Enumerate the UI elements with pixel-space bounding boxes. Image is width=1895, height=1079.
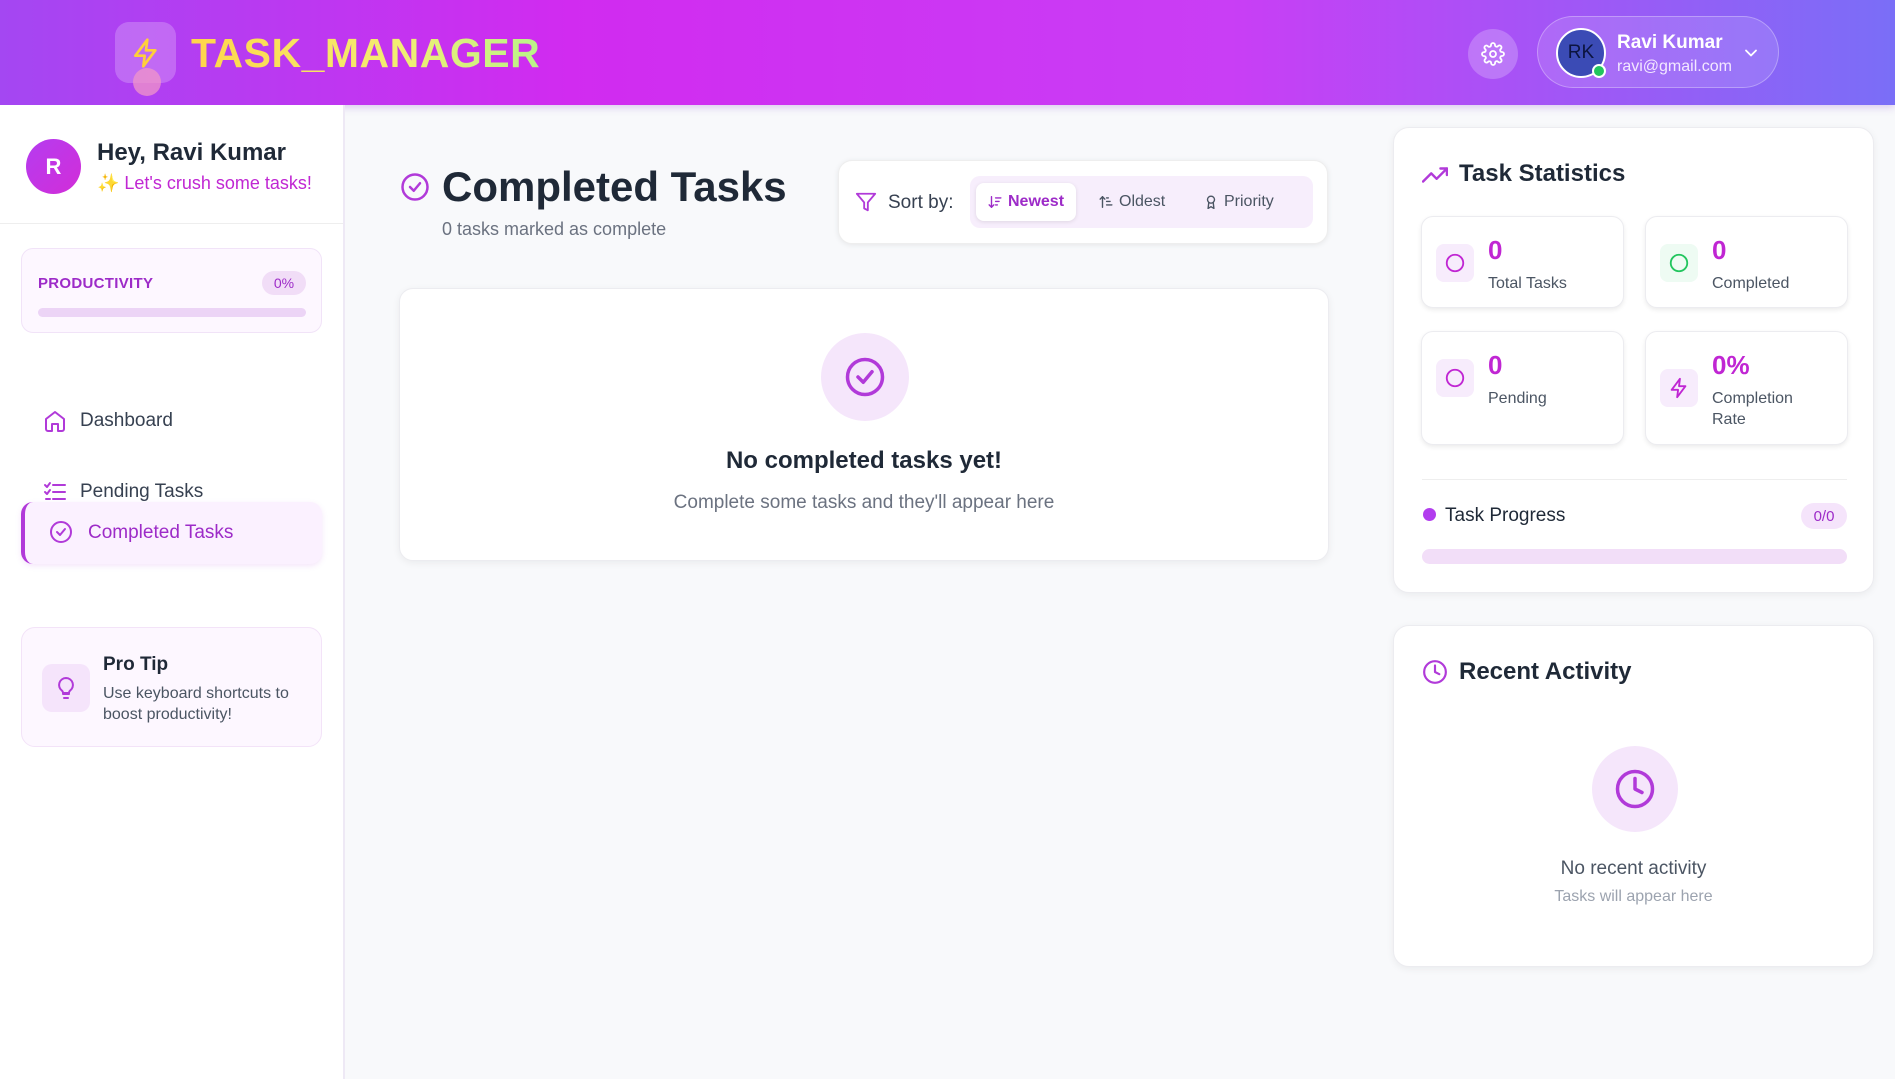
- user-menu[interactable]: RK Ravi Kumar ravi@gmail.com: [1537, 16, 1779, 88]
- empty-state-subtitle: Complete some tasks and they'll appear h…: [673, 492, 1055, 513]
- stat-pending: 0 Pending: [1421, 331, 1624, 445]
- greeting-title: Hey, Ravi Kumar: [97, 139, 286, 166]
- sort-priority-button[interactable]: Priority: [1192, 183, 1286, 221]
- pro-tip-card: Pro Tip Use keyboard shortcuts to boost …: [21, 627, 322, 747]
- chevron-down-icon: [1745, 49, 1757, 57]
- stat-completed: 0 Completed: [1645, 216, 1848, 308]
- check-circle-icon: [50, 521, 72, 543]
- page-subtitle: 0 tasks marked as complete: [442, 219, 667, 239]
- stat-completion-rate: 0% Completion Rate: [1645, 331, 1848, 445]
- sidebar-item-label: Pending Tasks: [80, 481, 204, 502]
- online-status-indicator: [1592, 64, 1606, 78]
- gear-icon: [1481, 42, 1505, 66]
- check-circle-icon: [401, 173, 429, 201]
- empty-state-card: No completed tasks yet! Complete some ta…: [399, 288, 1329, 561]
- stat-value: 0: [1712, 235, 1727, 265]
- circle-icon: [1436, 244, 1474, 282]
- activity-title: Recent Activity: [1459, 658, 1632, 685]
- tip-title: Pro Tip: [103, 654, 169, 675]
- stat-label: Completed: [1712, 275, 1790, 292]
- list-check-icon: [44, 482, 66, 500]
- circle-icon: [1436, 359, 1474, 397]
- sort-asc-icon: [1099, 195, 1113, 209]
- lightbulb-icon: [58, 677, 74, 699]
- productivity-bar: [38, 308, 306, 317]
- stats-title: Task Statistics: [1459, 160, 1626, 187]
- logo[interactable]: [115, 22, 176, 96]
- sidebar-divider: [0, 223, 343, 224]
- circle-icon: [1660, 244, 1698, 282]
- filter-icon: [855, 192, 877, 212]
- sort-oldest-button[interactable]: Oldest: [1087, 183, 1177, 221]
- empty-state-title: No completed tasks yet!: [725, 447, 1003, 474]
- sidebar-avatar: R: [26, 139, 81, 194]
- task-progress-bar: [1422, 549, 1847, 564]
- stat-label: Total Tasks: [1488, 275, 1567, 292]
- task-statistics-card: Task Statistics 0 Total Tasks 0 Complete…: [1393, 127, 1874, 593]
- avatar-initials: RK: [1567, 42, 1595, 63]
- top-header: TASK_MANAGER RK Ravi Kumar ravi@gmail.co…: [0, 0, 1895, 105]
- productivity-badge: 0%: [262, 271, 306, 295]
- greeting-subtitle: ✨ Let's crush some tasks!: [97, 173, 312, 193]
- stat-value: 0: [1488, 350, 1503, 380]
- award-icon: [1204, 195, 1218, 209]
- stat-value: 0%: [1712, 350, 1750, 380]
- sidebar-item-dashboard[interactable]: Dashboard: [21, 391, 322, 451]
- sort-toolbar: Sort by: Newest Oldest Priority: [838, 160, 1328, 244]
- user-email: ravi@gmail.com: [1617, 58, 1732, 75]
- productivity-card: PRODUCTIVITY 0%: [21, 248, 322, 333]
- sort-option-label: Oldest: [1119, 193, 1166, 210]
- page-title: Completed Tasks: [442, 163, 787, 210]
- activity-empty-title: No recent activity: [1560, 858, 1707, 879]
- clock-icon: [1615, 769, 1655, 809]
- check-circle-icon: [845, 357, 885, 397]
- stats-divider: [1422, 479, 1847, 480]
- sort-label: Sort by:: [888, 192, 954, 213]
- progress-dot: [1423, 508, 1436, 521]
- logo-decoration: [133, 68, 161, 96]
- avatar: RK: [1556, 28, 1606, 78]
- activity-empty-icon-circle: [1592, 746, 1678, 832]
- home-icon: [45, 411, 65, 432]
- settings-button[interactable]: [1468, 29, 1518, 79]
- sidebar-item-completed-tasks[interactable]: Completed Tasks: [21, 502, 322, 564]
- empty-state-icon-circle: [821, 333, 909, 421]
- productivity-label: PRODUCTIVITY: [38, 275, 154, 292]
- lightning-icon: [133, 37, 157, 68]
- sort-option-label: Newest: [1008, 193, 1065, 210]
- stat-total-tasks: 0 Total Tasks: [1421, 216, 1624, 308]
- activity-empty-subtitle: Tasks will appear here: [1554, 888, 1713, 905]
- brand-name: TASK_MANAGER: [191, 30, 541, 76]
- sort-options: Newest Oldest Priority: [970, 176, 1313, 228]
- sort-option-label: Priority: [1224, 193, 1274, 210]
- trending-up-icon: [1422, 167, 1448, 183]
- sort-desc-icon: [988, 195, 1002, 209]
- tip-text: Use keyboard shortcuts to boost producti…: [103, 685, 289, 723]
- stat-value: 0: [1488, 235, 1503, 265]
- sidebar: R Hey, Ravi Kumar ✨ Let's crush some tas…: [0, 105, 345, 1079]
- recent-activity-card: Recent Activity No recent activity Tasks…: [1393, 625, 1874, 967]
- sort-newest-button[interactable]: Newest: [976, 183, 1077, 221]
- sidebar-item-label: Dashboard: [80, 410, 173, 431]
- tip-icon-box: [42, 664, 90, 712]
- sidebar-item-label: Completed Tasks: [88, 522, 234, 543]
- progress-badge: 0/0: [1801, 503, 1847, 529]
- stat-label: Completion Rate: [1712, 390, 1793, 428]
- stat-label: Pending: [1488, 390, 1547, 407]
- user-name: Ravi Kumar: [1617, 32, 1723, 53]
- clock-icon: [1423, 660, 1447, 684]
- lightning-icon: [1660, 369, 1698, 407]
- progress-label: Task Progress: [1445, 505, 1566, 526]
